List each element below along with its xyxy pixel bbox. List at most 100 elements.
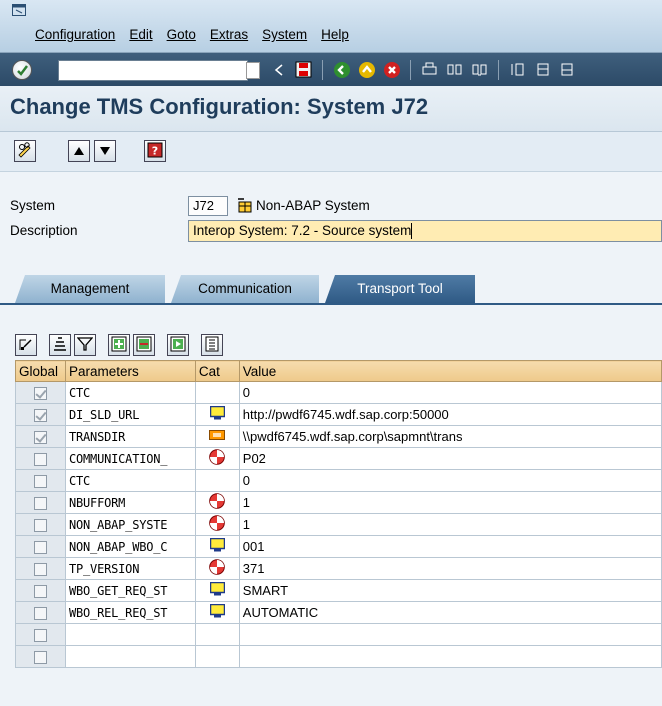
application-toolbar: ?: [0, 132, 662, 172]
value-cell[interactable]: 371: [238, 557, 662, 580]
column-header-global[interactable]: Global: [15, 360, 66, 382]
cancel-icon[interactable]: [381, 59, 402, 80]
global-checkbox[interactable]: [33, 519, 47, 533]
value-cell[interactable]: 1: [238, 513, 662, 536]
value-cell[interactable]: AUTOMATIC: [238, 601, 662, 624]
find-next-icon[interactable]: [469, 59, 490, 80]
global-checkbox[interactable]: [33, 497, 47, 511]
value-cell[interactable]: SMART: [238, 579, 662, 602]
menu-configuration[interactable]: Configuration: [35, 27, 115, 42]
filter-button[interactable]: [74, 334, 96, 356]
print-icon[interactable]: [419, 59, 440, 80]
table-row[interactable]: TP_VERSION 371: [15, 557, 662, 580]
parameter-cell[interactable]: TRANSDIR: [64, 425, 196, 448]
tab-transport-tool[interactable]: Transport Tool: [325, 275, 475, 303]
value-cell[interactable]: 0: [238, 469, 662, 492]
table-row[interactable]: [15, 645, 662, 668]
value-cell[interactable]: \\pwdf6745.wdf.sap.corp\sapmnt\trans: [238, 425, 662, 448]
table-row[interactable]: NON_ABAP_SYSTE 1: [15, 513, 662, 536]
command-history-icon[interactable]: [246, 62, 260, 79]
global-checkbox[interactable]: [33, 585, 47, 599]
global-checkbox[interactable]: [33, 541, 47, 555]
parameter-cell[interactable]: NON_ABAP_WBO_C: [64, 535, 196, 558]
insert-row-button[interactable]: [108, 334, 130, 356]
global-checkbox[interactable]: [33, 475, 47, 489]
next-page-icon[interactable]: [557, 59, 578, 80]
value-cell[interactable]: [238, 645, 662, 668]
value-cell[interactable]: 001: [238, 535, 662, 558]
list-button[interactable]: [201, 334, 223, 356]
parameter-cell[interactable]: [64, 645, 196, 668]
expand-left-icon[interactable]: [268, 59, 289, 80]
save-icon[interactable]: [293, 59, 314, 80]
first-page-icon[interactable]: [507, 59, 528, 80]
table-row[interactable]: DI_SLD_URL http://pwdf6745.wdf.sap.corp:5…: [15, 403, 662, 426]
page-title: Change TMS Configuration: System J72: [10, 94, 429, 119]
previous-page-icon[interactable]: [532, 59, 553, 80]
global-checkbox[interactable]: [33, 431, 47, 445]
copy-row-button[interactable]: [167, 334, 189, 356]
display-change-button[interactable]: [14, 140, 36, 162]
menu-system[interactable]: System: [262, 27, 307, 42]
tab-management[interactable]: Management: [15, 275, 165, 303]
value-cell[interactable]: 1: [238, 491, 662, 514]
value-cell[interactable]: 0: [238, 381, 662, 404]
command-field[interactable]: [58, 60, 248, 81]
menu-edit[interactable]: Edit: [129, 27, 152, 42]
description-input[interactable]: Interop System: 7.2 - Source system: [188, 220, 662, 242]
back-icon[interactable]: [331, 59, 352, 80]
parameter-cell[interactable]: CTC: [64, 469, 196, 492]
parameter-cell[interactable]: COMMUNICATION_: [64, 447, 196, 470]
value-cell[interactable]: http://pwdf6745.wdf.sap.corp:50000: [238, 403, 662, 426]
details-button[interactable]: [15, 334, 37, 356]
column-header-parameters[interactable]: Parameters: [64, 360, 196, 382]
system-menu-icon[interactable]: [12, 4, 26, 16]
value-cell[interactable]: P02: [238, 447, 662, 470]
exit-icon[interactable]: [356, 59, 377, 80]
tab-communication[interactable]: Communication: [171, 275, 319, 303]
column-header-cat[interactable]: Cat: [194, 360, 240, 382]
global-checkbox[interactable]: [33, 409, 47, 423]
red-ball-icon: [209, 493, 226, 512]
sort-button[interactable]: [49, 334, 71, 356]
parameter-cell[interactable]: CTC: [64, 381, 196, 404]
global-checkbox[interactable]: [33, 607, 47, 621]
category-cell: [194, 469, 240, 492]
parameter-cell[interactable]: [64, 623, 196, 646]
column-header-value[interactable]: Value: [238, 360, 662, 382]
table-row[interactable]: TRANSDIR \\pwdf6745.wdf.sap.corp\sapmnt\t…: [15, 425, 662, 448]
table-row[interactable]: CTC 0: [15, 381, 662, 404]
next-entry-button[interactable]: [94, 140, 116, 162]
parameter-cell[interactable]: NON_ABAP_SYSTE: [64, 513, 196, 536]
description-value: Interop System: 7.2 - Source system: [193, 223, 412, 238]
global-checkbox[interactable]: [33, 387, 47, 401]
table-row[interactable]: WBO_GET_REQ_ST SMART: [15, 579, 662, 602]
global-checkbox[interactable]: [33, 563, 47, 577]
parameter-cell[interactable]: WBO_REL_REQ_ST: [64, 601, 196, 624]
parameter-cell[interactable]: NBUFFORM: [64, 491, 196, 514]
global-checkbox[interactable]: [33, 651, 47, 665]
parameter-cell[interactable]: TP_VERSION: [64, 557, 196, 580]
menu-goto[interactable]: Goto: [167, 27, 196, 42]
table-row[interactable]: CTC 0: [15, 469, 662, 492]
global-checkbox[interactable]: [33, 629, 47, 643]
find-icon[interactable]: [444, 59, 465, 80]
table-row[interactable]: WBO_REL_REQ_ST AUTOMATIC: [15, 601, 662, 624]
menu-extras[interactable]: Extras: [210, 27, 248, 42]
global-checkbox[interactable]: [33, 453, 47, 467]
delete-row-button[interactable]: [133, 334, 155, 356]
category-cell: [194, 447, 240, 470]
triangle-down-icon: [99, 144, 111, 159]
table-row[interactable]: NON_ABAP_WBO_C 001: [15, 535, 662, 558]
table-row[interactable]: [15, 623, 662, 646]
table-row[interactable]: NBUFFORM 1: [15, 491, 662, 514]
menu-help[interactable]: Help: [321, 27, 349, 42]
enter-button[interactable]: [12, 60, 32, 80]
parameter-cell[interactable]: WBO_GET_REQ_ST: [64, 579, 196, 602]
global-cell: [15, 491, 66, 514]
parameter-cell[interactable]: DI_SLD_URL: [64, 403, 196, 426]
help-button[interactable]: ?: [144, 140, 166, 162]
value-cell[interactable]: [238, 623, 662, 646]
table-row[interactable]: COMMUNICATION_ P02: [15, 447, 662, 470]
previous-entry-button[interactable]: [68, 140, 90, 162]
